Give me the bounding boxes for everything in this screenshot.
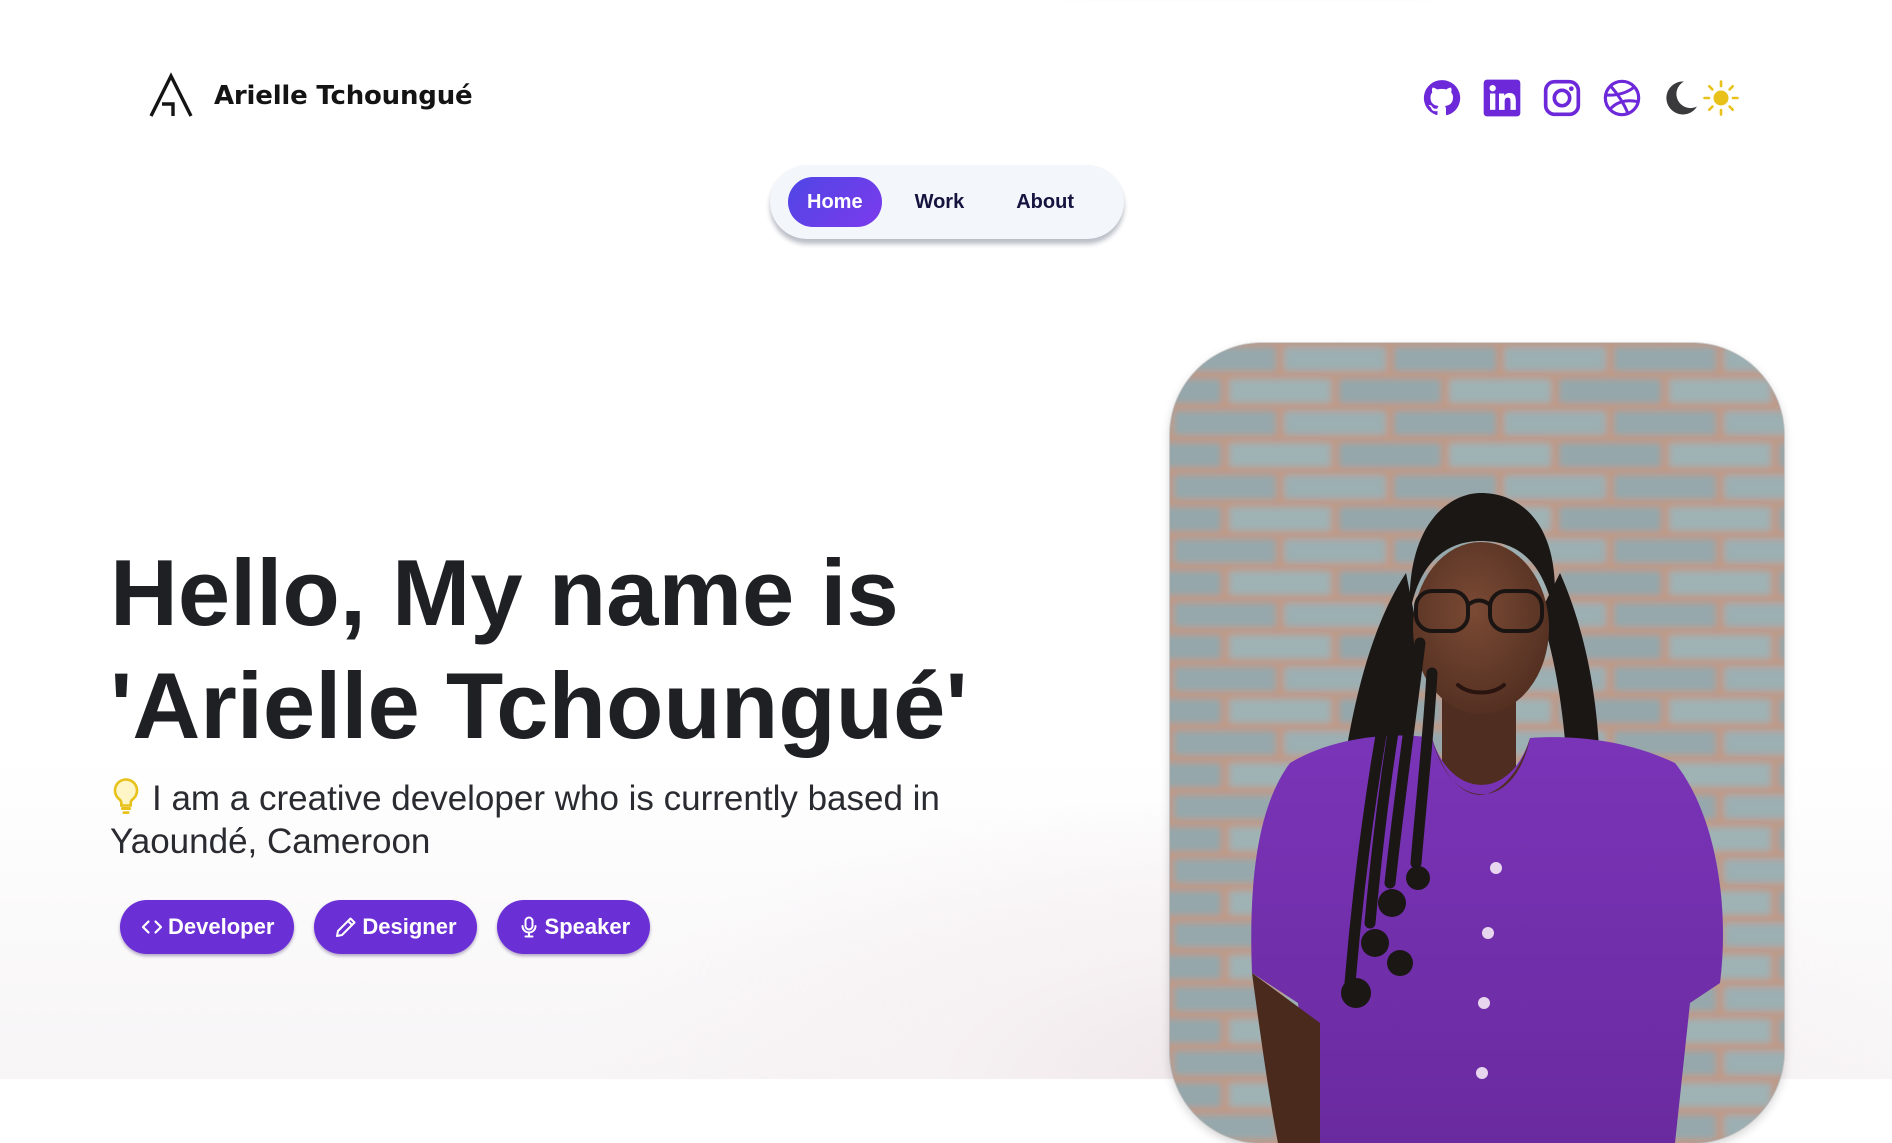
linkedin-icon <box>1483 79 1521 117</box>
social-links <box>1420 76 1740 120</box>
instagram-icon <box>1543 79 1581 117</box>
lightbulb-icon <box>113 778 139 814</box>
role-tags: Developer Designer Speaker <box>120 900 651 954</box>
instagram-link[interactable] <box>1540 76 1584 120</box>
tag-designer-label: Designer <box>362 914 457 939</box>
nav-home[interactable]: Home <box>788 177 882 227</box>
tag-designer[interactable]: Designer <box>314 900 477 954</box>
tag-speaker-label: Speaker <box>544 914 631 939</box>
nav-about[interactable]: About <box>997 177 1093 227</box>
moon-icon <box>1666 81 1697 115</box>
code-icon <box>141 920 163 934</box>
tag-developer[interactable]: Developer <box>120 900 295 954</box>
hero-title-line-2: 'Arielle Tchoungué' <box>110 653 968 758</box>
brand-name: Arielle Tchoungué <box>214 81 473 111</box>
tag-speaker[interactable]: Speaker <box>496 900 651 954</box>
theme-toggle[interactable] <box>1660 78 1740 118</box>
pencil-icon <box>336 917 356 937</box>
github-icon <box>1423 80 1461 116</box>
hero-title-line-1: Hello, My name is <box>110 540 899 645</box>
github-link[interactable] <box>1420 76 1464 120</box>
hero-intro-text: I am a creative developer who is current… <box>110 779 940 861</box>
tag-developer-label: Developer <box>168 914 275 939</box>
dribbble-icon <box>1603 79 1641 117</box>
letter-a-logo <box>149 72 193 117</box>
hero-title: Hello, My name is 'Arielle Tchoungué' <box>110 536 968 762</box>
nav-work[interactable]: Work <box>896 177 984 227</box>
dribbble-link[interactable] <box>1600 76 1644 120</box>
portrait-photo <box>1170 343 1784 1143</box>
brand[interactable]: Arielle Tchoungué <box>144 68 473 124</box>
portrait-illustration <box>1170 343 1784 1143</box>
microphone-icon <box>521 916 537 938</box>
main-nav: Home Work About <box>770 165 1124 239</box>
linkedin-link[interactable] <box>1480 76 1524 120</box>
sun-icon <box>1703 80 1739 116</box>
hero-intro: I am a creative developer who is current… <box>110 776 1010 863</box>
